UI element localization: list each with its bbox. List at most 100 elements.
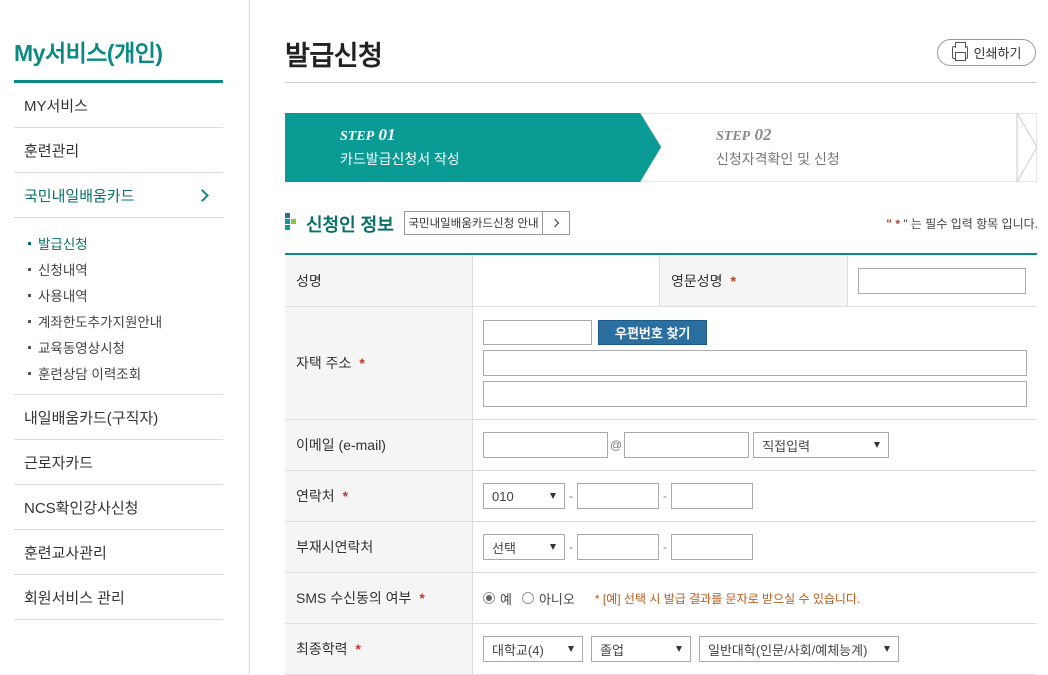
print-button[interactable]: 인쇄하기	[937, 39, 1036, 66]
email-label: 이메일 (e-mail)	[285, 420, 473, 470]
sidebar-item-label: 훈련교사관리	[24, 544, 107, 562]
bullet-icon	[28, 371, 31, 375]
sidebar-item-training-management[interactable]: 훈련관리	[14, 128, 223, 173]
education-type-select[interactable]: 일반대학(인문/사회/예체능계)	[699, 636, 899, 662]
phone-prefix-select[interactable]: 010	[483, 483, 565, 509]
dash: -	[569, 489, 573, 503]
sidebar-item-label: 회원서비스 관리	[24, 589, 125, 607]
phone-last-input[interactable]	[671, 483, 753, 509]
find-zipcode-button[interactable]: 우편번호 찾기	[598, 319, 708, 345]
alt-phone-cell: 선택 - -	[473, 522, 1037, 572]
sidebar-item-ncs-instructor[interactable]: NCS확인강사신청	[14, 485, 223, 530]
name-label: 성명	[285, 255, 473, 306]
sidebar-item-label: MY서비스	[24, 97, 88, 115]
dropdown-arrow-icon	[874, 442, 881, 448]
form-row-sms: SMS 수신동의 여부 * 예 아니오 * [예] 선택 시 발급 결과를 문자로…	[285, 573, 1037, 624]
step-2-label: 신청자격확인 및 신청	[716, 151, 840, 167]
form-row-alt-phone: 부재시연락처 선택 - -	[285, 522, 1037, 573]
sidebar-item-national-card[interactable]: 국민내일배움카드	[14, 173, 223, 218]
sidebar-subitem-label: 계좌한도추가지원안내	[38, 315, 163, 330]
bullet-icon	[28, 267, 31, 271]
sidebar-item-label: NCS확인강사신청	[24, 499, 139, 517]
email-cell: @ 직접입력	[473, 420, 1037, 470]
alt-phone-last-input[interactable]	[671, 534, 753, 560]
dropdown-arrow-icon	[550, 544, 556, 550]
alt-phone-label: 부재시연락처	[285, 522, 473, 572]
printer-icon	[951, 42, 968, 61]
dropdown-arrow-icon	[884, 646, 890, 652]
email-domain-select[interactable]: 직접입력	[753, 432, 890, 458]
radio-unchecked-icon	[521, 592, 534, 604]
sidebar-title: My서비스(개인)	[14, 40, 163, 66]
sidebar-item-label: 근로자카드	[24, 454, 94, 472]
step-2-number: STEP 02	[716, 125, 772, 144]
dropdown-arrow-icon	[568, 646, 574, 652]
form-row-name: 성명 영문성명 *	[285, 255, 1037, 307]
sidebar-item-member-service[interactable]: 회원서비스 관리	[14, 575, 223, 620]
education-status-select[interactable]: 졸업	[591, 636, 691, 662]
sms-note: * [예] 선택 시 발급 결과를 문자로 받으실 수 있습니다.	[594, 591, 861, 606]
sidebar-item-label: 훈련관리	[24, 142, 80, 160]
eng-name-label: 영문성명 *	[660, 255, 848, 306]
sms-no-radio[interactable]: 아니오	[521, 589, 575, 608]
card-guide-button[interactable]: 국민내일배움카드신청 안내	[404, 211, 570, 235]
address-line1-input[interactable]	[483, 349, 1027, 376]
sidebar-subitem-usage[interactable]: 사용내역	[28, 282, 223, 308]
sidebar-subitem-history[interactable]: 신청내역	[28, 256, 223, 282]
step-2: STEP 02 신청자격확인 및 신청	[716, 125, 840, 169]
sidebar-subitem-counsel-history[interactable]: 훈련상담 이력조회	[28, 360, 223, 386]
address-line2-input[interactable]	[483, 380, 1027, 407]
chevron-right-icon	[196, 188, 209, 202]
zipcode-input[interactable]	[483, 319, 592, 345]
phone-middle-input[interactable]	[577, 483, 659, 509]
bullet-icon	[28, 241, 31, 245]
bullet-icon	[28, 319, 31, 323]
email-domain-input[interactable]	[624, 432, 750, 458]
sidebar-subitem-label: 사용내역	[38, 289, 88, 304]
page-title: 발급신청	[285, 41, 383, 71]
eng-name-input[interactable]	[858, 267, 1026, 294]
step-1: STEP 01 카드발급신청서 작성	[340, 125, 460, 169]
sidebar-item-worker-card[interactable]: 근로자카드	[14, 440, 223, 485]
alt-phone-prefix-select[interactable]: 선택	[483, 534, 565, 560]
sidebar-item-teacher-management[interactable]: 훈련교사관리	[14, 530, 223, 575]
education-level-select[interactable]: 대학교(4)	[483, 636, 583, 662]
sidebar-item-label: 국민내일배움카드	[24, 187, 135, 205]
radio-checked-icon	[483, 592, 495, 604]
sidebar-subitem-label: 교육동영상시청	[38, 341, 125, 356]
sidebar-subitem-label: 발급신청	[38, 237, 88, 252]
education-cell: 대학교(4) 졸업 일반대학(인문/사회/예체능계)	[473, 624, 1037, 674]
eng-name-cell	[848, 255, 1037, 306]
step-1-label: 카드발급신청서 작성	[340, 151, 460, 167]
sidebar-item-job-seeker-card[interactable]: 내일배움카드(구직자)	[14, 395, 223, 440]
address-label: 자택 주소 *	[285, 307, 473, 419]
address-cell: 우편번호 찾기	[473, 307, 1037, 419]
email-id-input[interactable]	[483, 432, 608, 458]
step-indicator: STEP 01 카드발급신청서 작성 STEP 02 신청자격확인 및 신청	[285, 113, 1037, 182]
sidebar-subitem-label: 훈련상담 이력조회	[38, 367, 142, 382]
sidebar-subitem-apply[interactable]: 발급신청	[28, 230, 223, 256]
dash: -	[569, 540, 573, 554]
sidebar-menu: MY서비스 훈련관리 국민내일배움카드 발급신청 신청내역 사용내역 계좌한도추…	[14, 83, 223, 620]
form-row-education: 최종학력 * 대학교(4) 졸업 일반대학(인문/사회/예체능계)	[285, 624, 1037, 675]
bullet-icon	[28, 293, 31, 297]
form-row-phone: 연락처 * 010 - -	[285, 471, 1037, 522]
dropdown-arrow-icon	[676, 646, 682, 652]
sms-cell: 예 아니오 * [예] 선택 시 발급 결과를 문자로 받으실 수 있습니다.	[473, 573, 1037, 623]
email-at-sign: @	[610, 438, 623, 452]
alt-phone-middle-input[interactable]	[577, 534, 659, 560]
card-guide-label: 국민내일배움카드신청 안내	[405, 212, 543, 234]
sidebar-item-my-service[interactable]: MY서비스	[14, 83, 223, 128]
sidebar-submenu: 발급신청 신청내역 사용내역 계좌한도추가지원안내 교육동영상시청 훈련상담 이…	[14, 218, 223, 395]
dash: -	[663, 489, 667, 503]
phone-label: 연락처 *	[285, 471, 473, 521]
education-label: 최종학력 *	[285, 624, 473, 674]
print-button-label: 인쇄하기	[973, 46, 1022, 61]
sms-yes-radio[interactable]: 예	[483, 589, 512, 608]
sms-label: SMS 수신동의 여부 *	[285, 573, 473, 623]
sidebar: My서비스(개인) MY서비스 훈련관리 국민내일배움카드 발급신청 신청내역 …	[0, 0, 250, 675]
sidebar-subitem-limit-support[interactable]: 계좌한도추가지원안내	[28, 308, 223, 334]
sidebar-subitem-label: 신청내역	[38, 263, 88, 278]
sidebar-subitem-video[interactable]: 교육동영상시청	[28, 334, 223, 360]
sidebar-item-label: 내일배움카드(구직자)	[24, 409, 159, 427]
